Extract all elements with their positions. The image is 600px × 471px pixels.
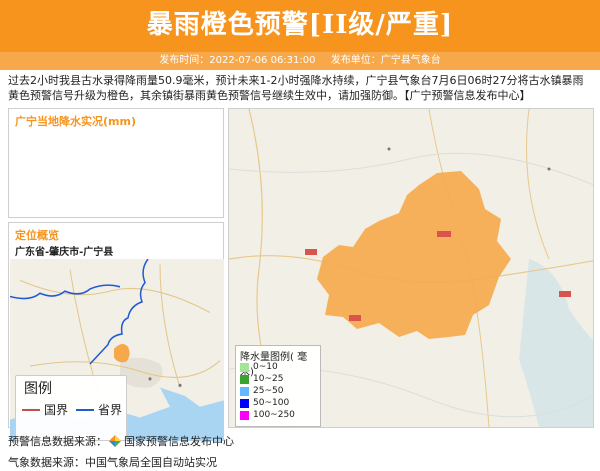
page-title: 暴雨橙色预警[II级/严重] (146, 10, 454, 40)
overview-legend-title: 图例 (24, 381, 52, 397)
publish-time: 发布时间：2022-07-06 06:31:00 (159, 55, 316, 66)
footer-weather-source: 气象数据来源：中国气象局全国自动站实况 (8, 456, 217, 469)
rain-legend-item: 10~25 (240, 374, 283, 384)
warning-center-logo-icon (109, 434, 121, 450)
overview-legend: 图例 国界 省界 (15, 375, 127, 441)
location-subtitle: 广东省-肇庆市-广宁县 (15, 247, 114, 258)
rain-legend-item: 100~250 (240, 410, 295, 420)
warning-source-label: 预警信息数据来源： (8, 435, 107, 448)
rain-panel: 广宁当地降水实况(mm) (8, 108, 224, 218)
rain-legend: 降水量图例( 毫米) 0~10 10~25 25~50 50~100 100~2… (235, 345, 321, 427)
publish-meta: 发布时间：2022-07-06 06:31:00 发布单位：广宁县气象台 (0, 52, 600, 70)
warning-description: 过去2小时我县古水录得降雨量50.9毫米，预计未来1-2小时强降水持续，广宁县气… (8, 74, 584, 102)
location-title: 定位概览 (15, 229, 59, 242)
provincial-border-swatch (76, 409, 94, 411)
footer-warning-source: 预警信息数据来源： 国家预警信息发布中心 (8, 433, 234, 450)
header-banner: 暴雨橙色预警[II级/严重] (0, 0, 600, 52)
rain-map-panel: 降水量图例( 毫米) 0~10 10~25 25~50 50~100 100~2… (228, 108, 594, 428)
rain-legend-item: 25~50 (240, 386, 283, 396)
rain-legend-item: 50~100 (240, 398, 289, 408)
rain-legend-item: 0~10 (240, 362, 278, 372)
national-border-label: 国界 (44, 403, 69, 417)
publish-unit: 发布单位：广宁县气象台 (330, 55, 441, 66)
provincial-border-label: 省界 (98, 403, 123, 417)
rain-panel-title: 广宁当地降水实况(mm) (15, 115, 136, 128)
location-panel: 定位概览 广东省-肇庆市-广宁县 图例 国界 省界 (8, 222, 224, 441)
national-border-swatch (22, 409, 40, 411)
warning-source-value[interactable]: 国家预警信息发布中心 (124, 435, 234, 448)
